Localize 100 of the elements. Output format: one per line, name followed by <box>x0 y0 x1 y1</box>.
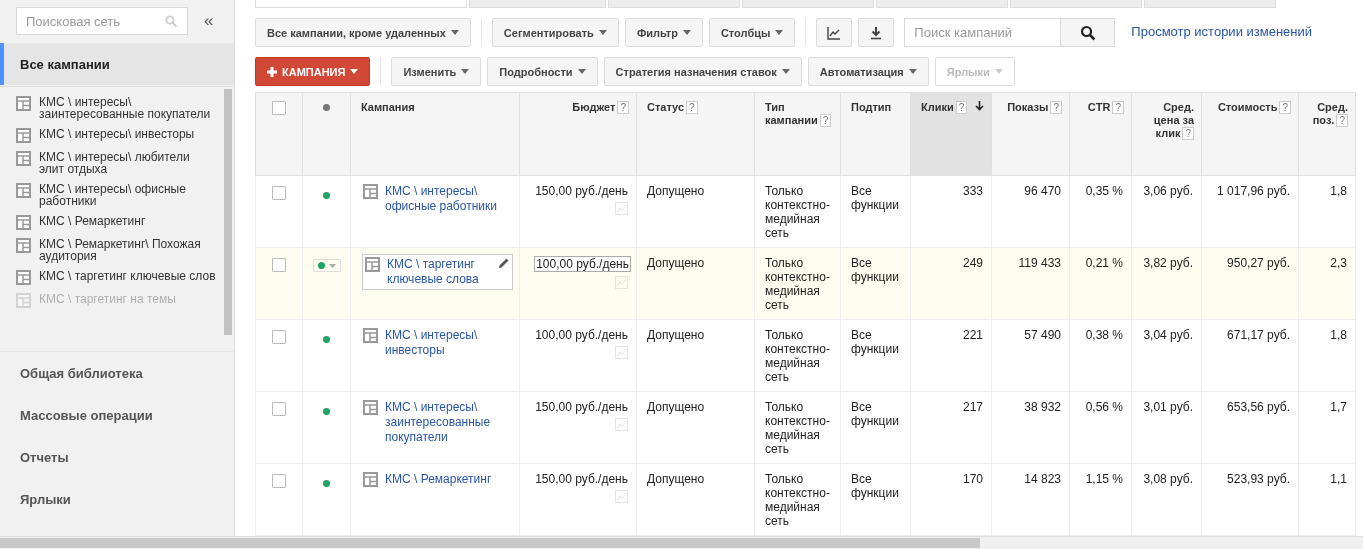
campaign-search-field[interactable]: Поиск кампаний <box>904 18 1062 47</box>
chart-icon[interactable] <box>615 276 628 289</box>
collapse-button[interactable]: « <box>204 11 214 31</box>
budget-value: 150,00 руб./день <box>535 400 628 414</box>
caret-icon <box>775 30 784 35</box>
dropdown-button[interactable]: Столбцы <box>708 18 796 47</box>
chart-icon[interactable] <box>615 202 628 215</box>
campaign-list-item[interactable]: КМС \ интересы\ любители элит отдыха <box>0 148 224 180</box>
campaign-list-item[interactable]: КМС \ интересы\ заинтересованные покупатели <box>0 93 224 125</box>
table-cell: 3,06 руб. <box>1143 184 1193 198</box>
select-all-checkbox[interactable] <box>272 101 286 115</box>
search-icon <box>165 15 178 28</box>
budget-value[interactable]: 100,00 руб./день <box>534 256 631 272</box>
table-cell: 217 <box>962 400 983 414</box>
pencil-icon[interactable] <box>498 257 510 269</box>
download-icon <box>869 25 884 40</box>
table-cell: 0,21 % <box>1085 256 1123 270</box>
campaign-icon <box>16 293 31 308</box>
tab[interactable] <box>1144 0 1276 8</box>
column-header[interactable]: Кампания <box>350 92 520 176</box>
table-cell-text: Все функции <box>851 328 900 356</box>
column-header[interactable]: Показы ? <box>991 92 1070 176</box>
caret-icon <box>598 30 607 35</box>
column-header[interactable]: Тип кампании ? <box>754 92 841 176</box>
campaign-list-item[interactable]: КМС \ интересы\ офисные работники <box>0 180 224 212</box>
column-header[interactable]: Статус ? <box>636 92 755 176</box>
column-header[interactable]: Бюджет ? <box>519 92 637 176</box>
table-cell: 14 823 <box>1024 472 1061 486</box>
caret-icon <box>350 69 359 74</box>
tab[interactable] <box>255 0 467 8</box>
table-cell: 1,7 <box>1330 400 1347 414</box>
row-checkbox[interactable] <box>272 402 286 416</box>
campaign-icon <box>363 472 378 487</box>
campaign-list-item[interactable]: КМС \ таргетинг ключевые слов <box>0 267 224 290</box>
tab[interactable] <box>742 0 874 8</box>
budget-value: 100,00 руб./день <box>535 328 628 342</box>
status-dot-icon <box>323 408 330 415</box>
table-cell: 523,93 руб. <box>1227 472 1290 486</box>
tab[interactable] <box>469 0 606 8</box>
table-cell-text: Только контекстно-медийная сеть <box>765 400 831 456</box>
table-cell-text: Только контекстно-медийная сеть <box>765 256 831 312</box>
campaign-list-item[interactable]: КМС \ интересы\ инвесторы <box>0 125 224 148</box>
dropdown-button[interactable]: Фильтр <box>624 18 703 47</box>
tab[interactable] <box>608 0 740 8</box>
dropdown-button[interactable]: Все кампании, кроме удаленных <box>255 18 471 47</box>
table-cell: 249 <box>962 256 983 270</box>
row-checkbox[interactable] <box>272 258 286 272</box>
dropdown-button[interactable]: Стратегия назначения ставок <box>603 57 802 86</box>
tab[interactable] <box>1010 0 1142 8</box>
chart-button[interactable] <box>816 18 853 47</box>
all-campaigns-item[interactable]: Все кампании <box>0 43 234 85</box>
column-header[interactable]: Сред. цена за клик ? <box>1131 92 1202 176</box>
caret-icon <box>781 69 790 74</box>
campaign-icon <box>16 270 31 285</box>
table-cell: Допущено <box>647 184 705 198</box>
change-history-link[interactable]: Просмотр истории изменений <box>1131 23 1312 39</box>
new-campaign-button[interactable]: КАМПАНИЯ <box>255 57 371 86</box>
status-dot-icon <box>323 192 330 199</box>
chart-icon[interactable] <box>615 418 628 431</box>
campaign-list-item[interactable]: КМС \ Ремаркетинг <box>0 212 224 235</box>
search-button[interactable] <box>1061 18 1116 47</box>
table-cell: Допущено <box>647 328 705 342</box>
chart-icon[interactable] <box>615 490 628 503</box>
table-cell: Допущено <box>647 472 705 486</box>
search-field[interactable]: Поисковая сеть <box>16 7 188 35</box>
campaign-link[interactable]: КМС \ Ремаркетинг <box>385 472 511 487</box>
table-cell: Допущено <box>647 400 705 414</box>
nav-item[interactable]: Массовые операции <box>0 394 234 436</box>
row-checkbox[interactable] <box>272 330 286 344</box>
table-cell: 57 490 <box>1024 328 1061 342</box>
nav-item[interactable]: Ярлыки <box>0 478 234 520</box>
table-cell-text: Все функции <box>851 472 900 500</box>
scrollbar[interactable] <box>0 538 980 548</box>
campaign-icon <box>16 151 31 166</box>
row-checkbox[interactable] <box>272 474 286 488</box>
nav-item[interactable]: Общая библиотека <box>0 352 234 394</box>
campaign-icon <box>16 96 31 111</box>
column-header[interactable]: Стоимость ? <box>1201 92 1299 176</box>
status-dropdown[interactable] <box>312 259 341 272</box>
campaign-icon <box>363 400 378 415</box>
row-checkbox[interactable] <box>272 186 286 200</box>
table-cell-text: Все функции <box>851 256 900 284</box>
status-dot-icon <box>323 104 330 111</box>
column-header[interactable]: Подтип <box>840 92 911 176</box>
column-header[interactable]: Сред. поз. ? <box>1298 92 1356 176</box>
column-header[interactable]: Клики ? <box>910 92 992 176</box>
caret-icon <box>994 69 1003 74</box>
dropdown-button[interactable]: Подробности <box>487 57 598 86</box>
chart-icon[interactable] <box>615 346 628 359</box>
table-cell: 653,56 руб. <box>1227 400 1290 414</box>
campaign-list-item[interactable]: КМС \ Ремаркетинг\ Похожая аудитория <box>0 235 224 267</box>
table-cell: 950,27 руб. <box>1227 256 1290 270</box>
download-button[interactable] <box>858 18 895 47</box>
column-header[interactable]: CTR ? <box>1069 92 1132 176</box>
dropdown-button[interactable]: Сегментировать <box>491 18 619 47</box>
scrollbar[interactable] <box>224 89 232 335</box>
dropdown-button[interactable]: Изменить <box>391 57 482 86</box>
nav-item[interactable]: Отчеты <box>0 436 234 478</box>
tab[interactable] <box>876 0 1008 8</box>
dropdown-button[interactable]: Автоматизация <box>807 57 929 86</box>
